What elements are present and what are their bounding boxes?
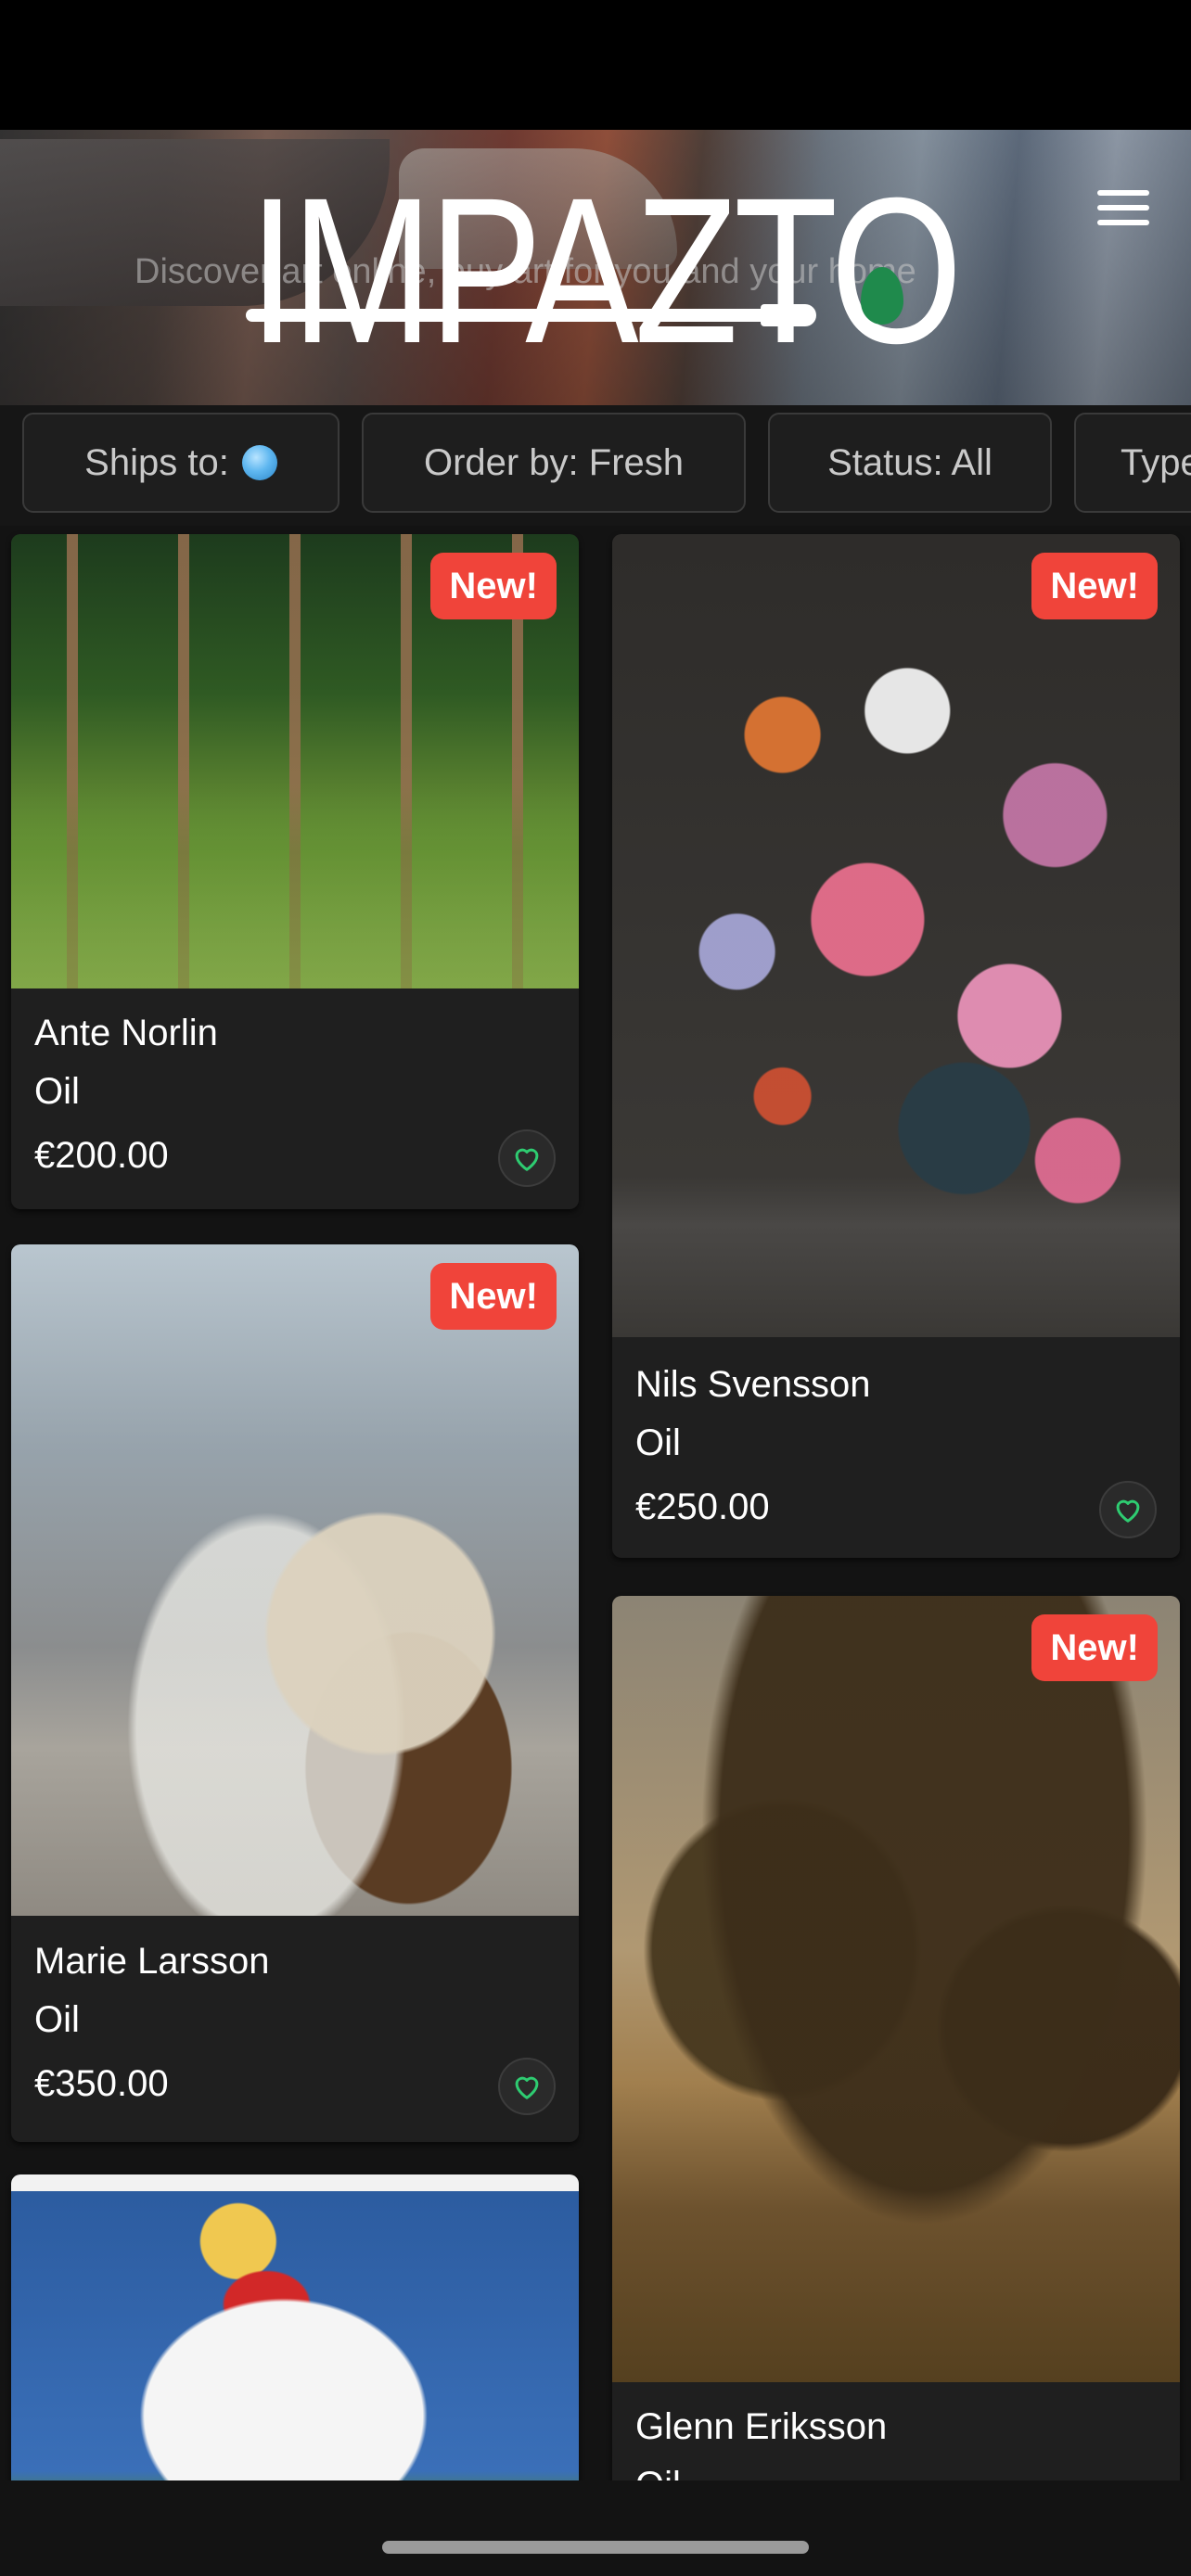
favorite-button[interactable] (498, 2058, 556, 2115)
artwork-image[interactable] (612, 1596, 1180, 2382)
status-bar (0, 0, 1191, 130)
favorite-button[interactable] (498, 1129, 556, 1187)
artwork-medium: Oil (34, 1071, 80, 1112)
artwork-card[interactable]: New! Ante Norlin Oil €200.00 (11, 534, 579, 1209)
heart-icon (1116, 1499, 1140, 1523)
hamburger-menu-icon[interactable] (1097, 190, 1149, 231)
bottom-safe-area (0, 2480, 1191, 2576)
artwork-card[interactable]: New! Marie Larsson Oil €350.00 (11, 1244, 579, 2142)
new-badge: New! (1031, 1614, 1158, 1681)
favorite-button[interactable] (1099, 1481, 1157, 1538)
artwork-card[interactable]: New! Glenn Eriksson Oil (612, 1596, 1180, 2523)
ships-to-label: Ships to: (84, 441, 229, 483)
artist-name: Glenn Eriksson (635, 2406, 888, 2447)
logo[interactable]: IMPAZTO (249, 167, 963, 375)
artwork-price: €250.00 (635, 1486, 770, 1527)
artwork-image[interactable] (11, 1244, 579, 1916)
artwork-image[interactable] (612, 534, 1180, 1337)
artwork-price: €200.00 (34, 1135, 169, 1176)
header-banner: Discover art online, buy art for you and… (0, 130, 1191, 405)
artist-name: Ante Norlin (34, 1013, 218, 1053)
new-badge: New! (430, 553, 557, 619)
artwork-card[interactable]: New! Nils Svensson Oil €250.00 (612, 534, 1180, 1558)
artist-name: Nils Svensson (635, 1364, 871, 1405)
globe-icon (241, 445, 277, 480)
artwork-medium: Oil (635, 1422, 681, 1463)
type-label: Type (1121, 441, 1191, 483)
home-indicator[interactable] (382, 2541, 809, 2554)
order-by-label: Order by: Fresh (423, 441, 685, 483)
heart-icon (515, 2076, 539, 2099)
artwork-price: €350.00 (34, 2063, 169, 2104)
type-filter[interactable]: Type (1074, 413, 1191, 513)
status-label: Status: All (827, 441, 992, 483)
new-badge: New! (430, 1263, 557, 1330)
order-by-filter[interactable]: Order by: Fresh (362, 413, 746, 513)
artwork-medium: Oil (34, 1999, 80, 2040)
new-badge: New! (1031, 553, 1158, 619)
artist-name: Marie Larsson (34, 1941, 270, 1982)
filter-bar: Ships to: Order by: Fresh Status: All Ty… (0, 405, 1191, 526)
heart-icon (515, 1148, 539, 1171)
status-filter[interactable]: Status: All (768, 413, 1052, 513)
ships-to-filter[interactable]: Ships to: (22, 413, 339, 513)
